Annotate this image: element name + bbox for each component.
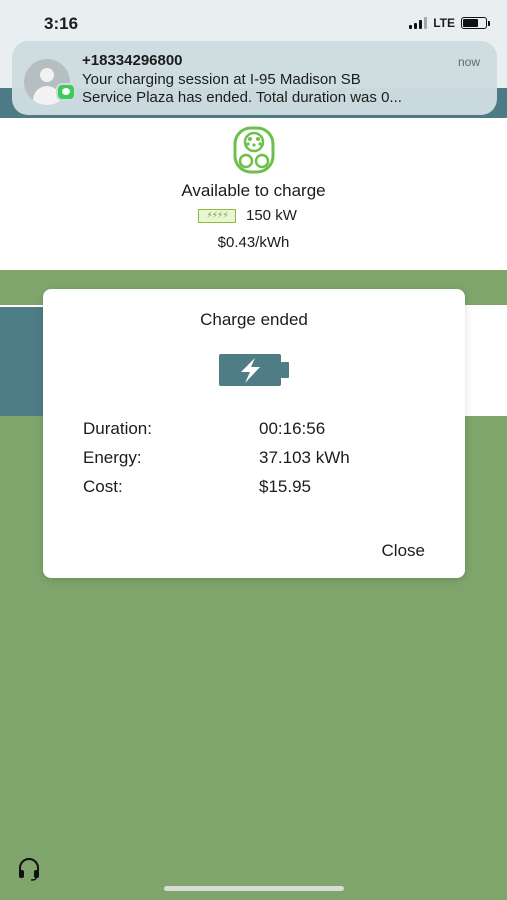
close-button[interactable]: Close [382, 541, 425, 561]
home-indicator[interactable] [164, 886, 344, 891]
cost-value: $15.95 [259, 477, 311, 496]
notification-message-line1: Your charging session at I-95 Madison SB [82, 71, 361, 88]
notification-message: Your charging session at I-95 Madison SB… [82, 71, 486, 107]
energy-value: 37.103 kWh [259, 448, 350, 467]
cost-label: Cost: [83, 477, 123, 496]
lightning-badge-icon: ⚡⚡⚡⚡ [198, 208, 236, 223]
notification-message-line2: Service Plaza has ended. Total duration … [82, 89, 402, 106]
status-indicators: LTE [409, 16, 490, 30]
station-status: Available to charge [181, 181, 326, 200]
background-white-block [462, 305, 507, 416]
battery-charging-icon [219, 354, 289, 386]
plug-connector-icon [233, 126, 275, 174]
energy-label: Energy: [83, 448, 142, 467]
duration-label: Duration: [83, 419, 152, 438]
signal-icon [409, 17, 428, 29]
duration-value: 00:16:56 [259, 419, 326, 438]
background-teal-block [0, 305, 46, 416]
messages-app-icon [56, 83, 76, 101]
power-row: ⚡⚡⚡⚡ 150 kW [198, 207, 297, 224]
network-label: LTE [433, 16, 455, 30]
status-bar: 3:16 LTE [0, 0, 507, 44]
headset-support-icon[interactable] [17, 857, 41, 881]
price-value: $0.43/kWh [217, 234, 290, 251]
notification-time: now [457, 55, 480, 69]
status-time: 3:16 [44, 14, 79, 33]
notification-banner[interactable]: +18334296800 now Your charging session a… [12, 41, 497, 115]
power-value: 150 kW [246, 207, 297, 224]
dialog-title: Charge ended [200, 310, 308, 329]
battery-icon [461, 17, 490, 29]
charge-ended-dialog: Charge ended Duration: 00:16:56 Energy: … [43, 289, 465, 578]
notification-sender: +18334296800 [82, 52, 183, 69]
